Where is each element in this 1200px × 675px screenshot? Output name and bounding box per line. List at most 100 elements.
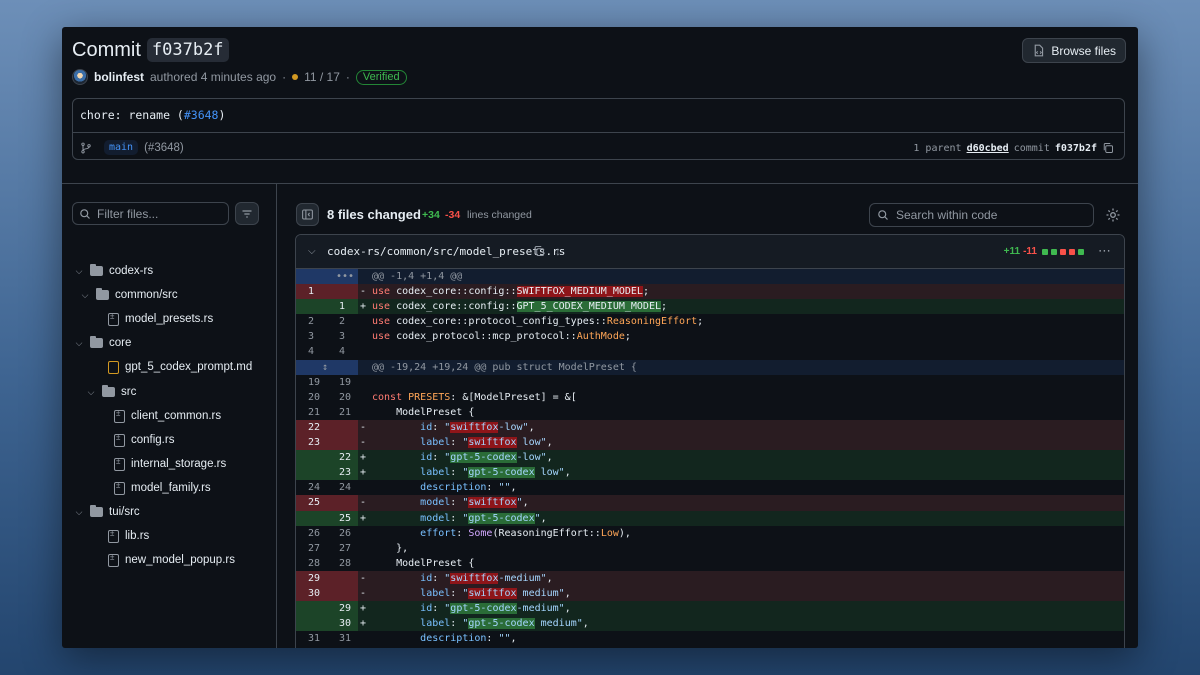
diffstat-square: [1042, 248, 1048, 255]
folder-icon: [90, 336, 103, 348]
separator: ·: [345, 70, 350, 84]
diff-row-context: 21 21 ModelPreset {: [296, 405, 1124, 420]
tree-file[interactable]: model_family.rs: [98, 476, 211, 500]
expand-both-icon[interactable]: ↕: [296, 359, 358, 375]
verified-badge[interactable]: Verified: [355, 69, 407, 85]
tree-folder[interactable]: ⌵ codex-rs: [74, 259, 153, 283]
code-line: const PRESETS: &[ModelPreset] = &[: [372, 391, 577, 403]
tree-item-label: lib.rs: [125, 530, 150, 542]
diff-row-added: 29 + id: "gpt-5-codex-medium",: [296, 601, 1124, 617]
tree-folder[interactable]: ⌵ src: [86, 380, 136, 404]
filter-files-placeholder: Filter files...: [97, 206, 159, 221]
diff-row-added: 1 + use codex_core::config::GPT_5_CODEX_ME…: [296, 299, 1124, 315]
tree-item-label: tui/src: [109, 506, 140, 518]
hunk-header: @@ -1,4 +1,4 @@: [372, 271, 463, 282]
tree-folder[interactable]: ⌵ tui/src: [74, 500, 140, 524]
tree-file[interactable]: model_presets.rs: [92, 307, 213, 331]
diff-row-context: 26 26 effort: Some(ReasoningEffort::Low),: [296, 526, 1124, 541]
file-moved-icon: [108, 360, 119, 374]
file-code-icon: [1034, 44, 1044, 57]
separator: ·: [282, 70, 287, 84]
chevron-down-icon[interactable]: ⌵: [308, 246, 316, 257]
tree-file[interactable]: gpt_5_codex_prompt.md: [92, 355, 252, 379]
copy-icon[interactable]: [533, 245, 545, 257]
tree-folder[interactable]: ⌵ common/src: [80, 283, 178, 307]
checks-count[interactable]: 11 / 17: [304, 70, 340, 84]
hunk-header: @@ -19,24 +19,24 @@ pub struct ModelPres…: [372, 361, 637, 373]
tree-item-label: client_common.rs: [131, 410, 222, 422]
code-line: description: "",: [420, 482, 517, 494]
code-line: id: "gpt-5-codex-medium",: [420, 603, 571, 615]
tree-folder[interactable]: ⌵ core: [74, 331, 131, 355]
gear-icon[interactable]: [1105, 207, 1121, 223]
tree-item-label: gpt_5_codex_prompt.md: [125, 361, 253, 373]
toggle-file-tree-button[interactable]: [296, 203, 319, 226]
expand-all-icon[interactable]: ↕: [555, 244, 561, 258]
search-within-code-input[interactable]: Search within code: [869, 203, 1094, 227]
parent-row: 1 parent d60cbed commit f037b2f: [913, 142, 1114, 154]
tree-item-label: new_model_popup.rs: [125, 554, 235, 566]
code-line: label: "swiftfox medium",: [420, 587, 571, 599]
code-line: description: "",: [420, 633, 517, 645]
tree-file[interactable]: client_common.rs: [98, 404, 221, 428]
tree-item-label: core: [109, 337, 132, 349]
tree-file[interactable]: new_model_popup.rs: [92, 548, 235, 572]
filter-files-input[interactable]: Filter files...: [72, 202, 229, 225]
expand-up-icon[interactable]: •••: [296, 269, 358, 285]
tree-item-label: model_family.rs: [131, 482, 211, 494]
avatar[interactable]: [72, 69, 88, 85]
more-options-icon[interactable]: ⋯: [1098, 243, 1112, 259]
diff-row-context: 20 20 const PRESETS: &[ModelPreset] = &[: [296, 390, 1124, 405]
file-diff-icon: [108, 553, 119, 567]
commit-message-text: chore: rename (: [80, 108, 184, 122]
tree-item-label: config.rs: [131, 434, 175, 446]
chevron-down-icon: ⌵: [75, 265, 83, 276]
commit-meta-row: bolinfest authored 4 minutes ago · 11 / …: [72, 69, 407, 85]
total-additions: +34: [422, 209, 440, 221]
tree-item-label: codex-rs: [109, 265, 154, 277]
commit-message-close: ): [218, 108, 226, 122]
commit-sha: f037b2f: [1054, 142, 1097, 154]
diff-row-context: 2 2 use codex_core::protocol_config_types:…: [296, 314, 1124, 329]
file-diff-panel: ⌵ codex-rs/common/src/model_presets.rs ↕…: [295, 234, 1125, 648]
diffstat-square: [1051, 248, 1057, 255]
new-line-number[interactable]: 1: [327, 299, 358, 315]
divider: [73, 132, 1124, 133]
commit-message: chore: rename (#3648): [80, 108, 225, 122]
branch-pr-ref[interactable]: (#3648): [144, 142, 184, 154]
tree-item-label: src: [121, 386, 137, 398]
folder-icon: [90, 264, 103, 276]
filter-options-button[interactable]: [235, 202, 259, 225]
git-branch-icon: [81, 142, 91, 153]
file-path[interactable]: codex-rs/common/src/model_presets.rs: [327, 245, 565, 258]
diffstat-square: [1078, 248, 1084, 255]
old-line-number[interactable]: 1: [296, 284, 327, 300]
tree-item-label: common/src: [115, 289, 178, 301]
diff-row-context: 28 28 ModelPreset {: [296, 556, 1124, 571]
code-line: effort: Some(ReasoningEffort::Low),: [420, 527, 631, 539]
code-line: use codex_core::config::GPT_5_CODEX_MEDI…: [372, 301, 668, 313]
diff-row-added: 25 + model: "gpt-5-codex",: [296, 510, 1124, 526]
code-line: use codex_protocol::mcp_protocol::AuthMo…: [372, 331, 631, 343]
code-line: id: "swiftfox-medium",: [420, 572, 553, 584]
author-link[interactable]: bolinfest: [94, 70, 144, 84]
checks-status-icon[interactable]: [292, 74, 299, 80]
file-additions: +11: [1003, 246, 1021, 257]
diff-row-added: 30 + label: "gpt-5-codex medium",: [296, 616, 1124, 632]
diff-row-added: 22 + id: "gpt-5-codex-low",: [296, 450, 1124, 466]
branch-chip[interactable]: main: [104, 140, 139, 155]
diff-row-context: 31 31 description: "",: [296, 631, 1124, 646]
parent-label: 1 parent: [913, 142, 962, 154]
tree-file[interactable]: internal_storage.rs: [98, 452, 226, 476]
pr-link[interactable]: #3648: [184, 108, 219, 122]
tree-file[interactable]: config.rs: [98, 428, 174, 452]
file-diff-stats: +11 -11: [1004, 246, 1084, 257]
code-line: id: "swiftfox-low",: [420, 421, 535, 433]
tree-file[interactable]: lib.rs: [92, 524, 149, 548]
browse-files-button[interactable]: Browse files: [1022, 38, 1126, 63]
commit-label: commit: [1013, 142, 1050, 154]
copy-icon[interactable]: [1102, 142, 1114, 154]
commit-sha-chip[interactable]: f037b2f: [146, 38, 229, 62]
parent-sha-link[interactable]: d60cbed: [967, 143, 1009, 154]
commit-page-window: Commit f037b2f Browse files bolinfest au…: [62, 27, 1138, 648]
